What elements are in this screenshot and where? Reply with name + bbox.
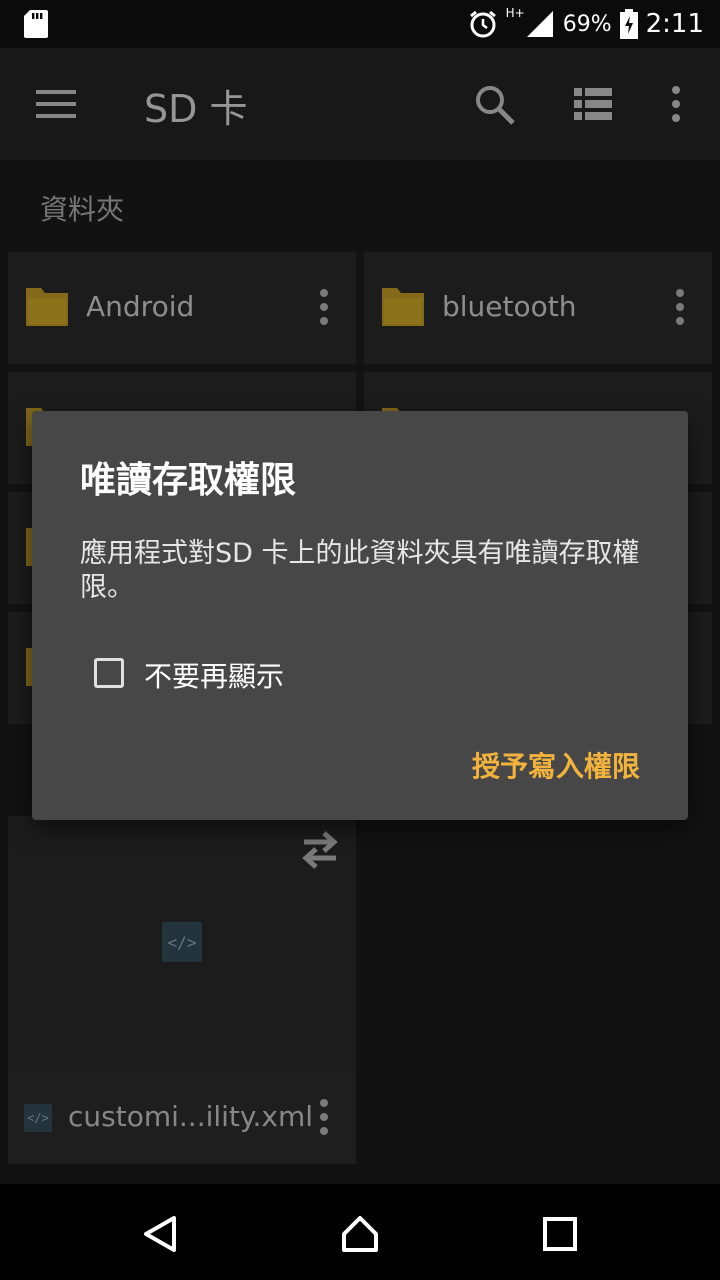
alarm-icon	[469, 10, 496, 38]
dialog-message: 應用程式對SD 卡上的此資料夾具有唯讀存取權限。	[80, 538, 640, 603]
signal-icon	[526, 11, 553, 37]
network-type-label: H+	[505, 6, 525, 20]
status-bar: H+ 69% 2:11	[0, 0, 720, 48]
recents-icon[interactable]	[540, 1214, 580, 1254]
dialog-title: 唯讀存取權限	[80, 460, 297, 501]
navigation-bar	[0, 1184, 720, 1280]
dont-show-again-checkbox[interactable]	[94, 658, 124, 688]
back-icon[interactable]	[140, 1214, 180, 1254]
sd-card-icon	[24, 10, 48, 38]
battery-charging-icon	[619, 9, 638, 39]
dont-show-again-label[interactable]: 不要再顯示	[144, 655, 284, 695]
home-icon[interactable]	[340, 1214, 380, 1254]
battery-percent: 69%	[562, 11, 612, 37]
read-only-access-dialog: 唯讀存取權限 應用程式對SD 卡上的此資料夾具有唯讀存取權限。 不要再顯示 授予…	[32, 411, 688, 820]
clock: 2:11	[645, 9, 704, 39]
grant-write-access-button[interactable]: 授予寫入權限	[472, 745, 640, 785]
